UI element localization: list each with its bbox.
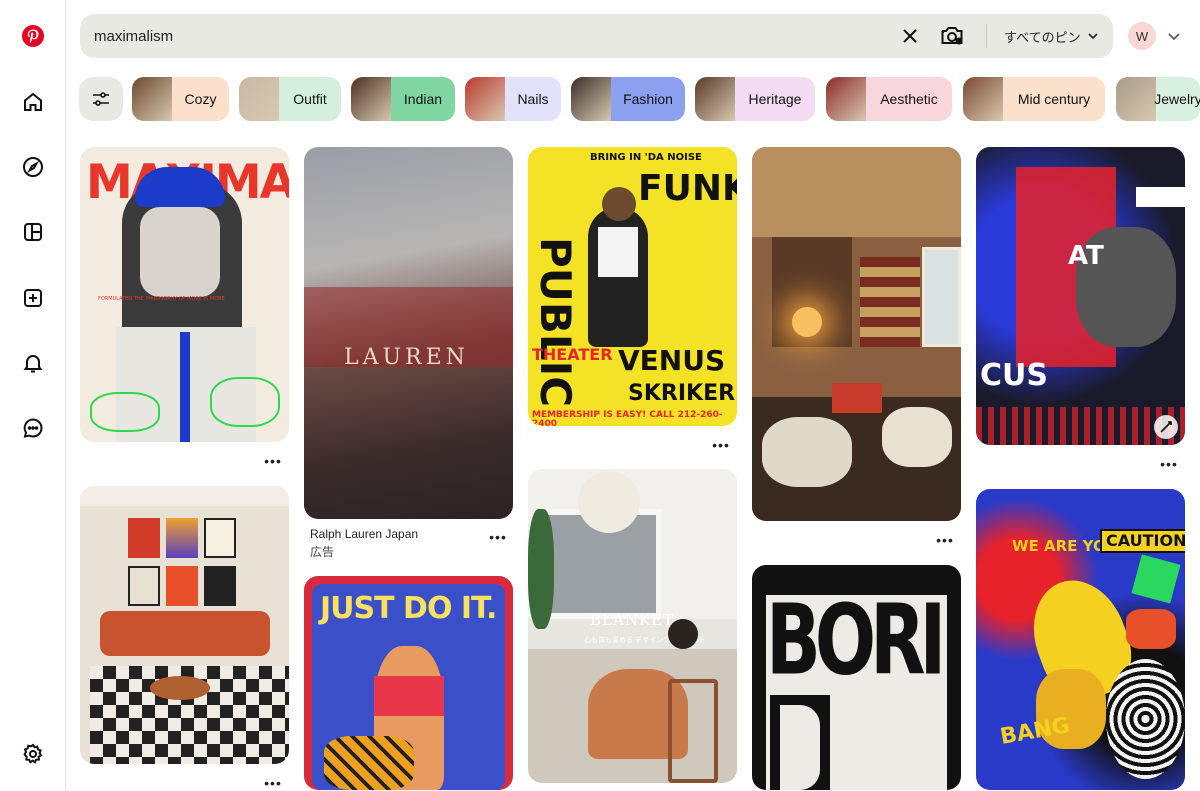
pin-image[interactable]: AT CUS	[976, 147, 1185, 445]
chip-label: Nails	[517, 91, 549, 107]
chip-label: Heritage	[748, 91, 802, 107]
bell-icon[interactable]	[19, 349, 47, 377]
pin-text: FUNK	[638, 168, 737, 209]
chip-thumbnail	[571, 77, 611, 121]
chip-label: Cozy	[184, 91, 217, 107]
chip-label: Mid century	[1017, 91, 1091, 107]
sliders-icon	[93, 92, 109, 106]
visual-search-icon[interactable]	[1154, 415, 1178, 439]
pin-type-label: すべてのピン	[1004, 29, 1081, 45]
advertiser-name[interactable]: Ralph Lauren Japan	[310, 527, 418, 541]
chip-thumbnail	[695, 77, 735, 121]
chip-nails[interactable]: Nails	[465, 77, 561, 121]
pin-text: VENUS	[618, 344, 726, 377]
pin-text: CUS	[980, 358, 1048, 393]
pin-image[interactable]: MAXIMALISM FORMULATED THE PHILOSOPHY OF …	[80, 147, 289, 442]
chip-heritage[interactable]: Heritage	[695, 77, 815, 121]
pin-title: JUST DO IT.	[320, 591, 497, 626]
chip-mid-century[interactable]: Mid century	[963, 77, 1105, 121]
search-input[interactable]	[94, 14, 874, 58]
chip-thumbnail	[351, 77, 391, 121]
close-icon[interactable]	[898, 24, 922, 48]
boards-icon[interactable]	[19, 218, 47, 246]
more-options-button[interactable]: •••	[263, 454, 283, 468]
chip-thumbnail	[826, 77, 866, 121]
chevron-down-icon[interactable]	[1166, 28, 1182, 44]
chip-indian[interactable]: Indian	[351, 77, 455, 121]
chip-thumbnail	[465, 77, 505, 121]
chip-aesthetic[interactable]: Aesthetic	[826, 77, 952, 121]
more-options-button[interactable]: •••	[935, 533, 955, 547]
chip-thumbnail	[1116, 77, 1156, 121]
pin-text: MEMBERSHIP IS EASY! CALL 212-260-2400	[532, 410, 723, 427]
sidebar	[0, 0, 66, 790]
compass-icon[interactable]	[19, 153, 47, 181]
pin-type-dropdown[interactable]: すべてのピン	[1004, 14, 1099, 58]
pin-title: BLANKET	[590, 611, 675, 629]
pin-text: BRING IN 'DA NOISE	[590, 152, 702, 163]
chevron-down-icon	[1088, 33, 1098, 40]
search-bar: すべてのピン	[80, 14, 1113, 58]
chip-label: Jewelry	[1154, 91, 1200, 107]
chip-thumbnail	[239, 77, 279, 121]
chip-thumbnail	[132, 77, 172, 121]
filter-button[interactable]	[79, 77, 123, 121]
pin-text: THEATER	[532, 345, 613, 364]
more-options-button[interactable]: •••	[488, 530, 508, 544]
pin-image[interactable]	[752, 147, 961, 521]
gear-icon[interactable]	[19, 740, 47, 768]
camera-search-icon[interactable]	[938, 23, 966, 49]
pin-text: SKRIKER	[628, 381, 736, 406]
pinterest-logo-icon[interactable]	[19, 22, 47, 50]
pin-image[interactable]: JUST DO IT.	[304, 576, 513, 790]
pin-image[interactable]: LAUREN	[304, 147, 513, 519]
chip-label: Fashion	[623, 91, 673, 107]
pin-image[interactable]: BORING	[752, 565, 961, 790]
chip-label: Indian	[403, 91, 443, 107]
chip-fashion[interactable]: Fashion	[571, 77, 685, 121]
pin-title: LAUREN	[344, 345, 469, 370]
more-options-button[interactable]: •••	[711, 438, 731, 452]
pin-text: CAUTION	[1100, 529, 1185, 553]
chip-outfit[interactable]: Outfit	[239, 77, 341, 121]
more-options-button[interactable]: •••	[1159, 457, 1179, 471]
pin-image[interactable]: BLANKET 心も体も温める デザインブランケット	[528, 469, 737, 783]
pin-image[interactable]: WE ARE YOUNG CAUTION BANG	[976, 489, 1185, 790]
chip-label: Outfit	[293, 91, 327, 107]
plus-square-icon[interactable]	[19, 284, 47, 312]
pin-image[interactable]	[80, 486, 289, 764]
chat-icon[interactable]	[19, 414, 47, 442]
chip-jewelry[interactable]: Jewelry	[1116, 77, 1200, 121]
promoted-label: 広告	[310, 545, 335, 559]
chip-label: Aesthetic	[880, 91, 938, 107]
chip-cozy[interactable]: Cozy	[132, 77, 229, 121]
pin-image[interactable]: BRING IN 'DA NOISE FUNK PUBLIC THEATER V…	[528, 147, 737, 426]
more-options-button[interactable]: •••	[263, 776, 283, 790]
pin-body-text: FORMULATED THE PHILOSOPHY OF MORE IS MOR…	[98, 296, 225, 302]
pin-text: PUBLIC	[531, 237, 580, 408]
chip-thumbnail	[963, 77, 1003, 121]
divider	[986, 24, 987, 48]
pin-title: BORING	[766, 582, 961, 697]
avatar[interactable]: W	[1128, 22, 1156, 50]
pin-text: AT	[1068, 241, 1104, 271]
home-icon[interactable]	[19, 88, 47, 116]
